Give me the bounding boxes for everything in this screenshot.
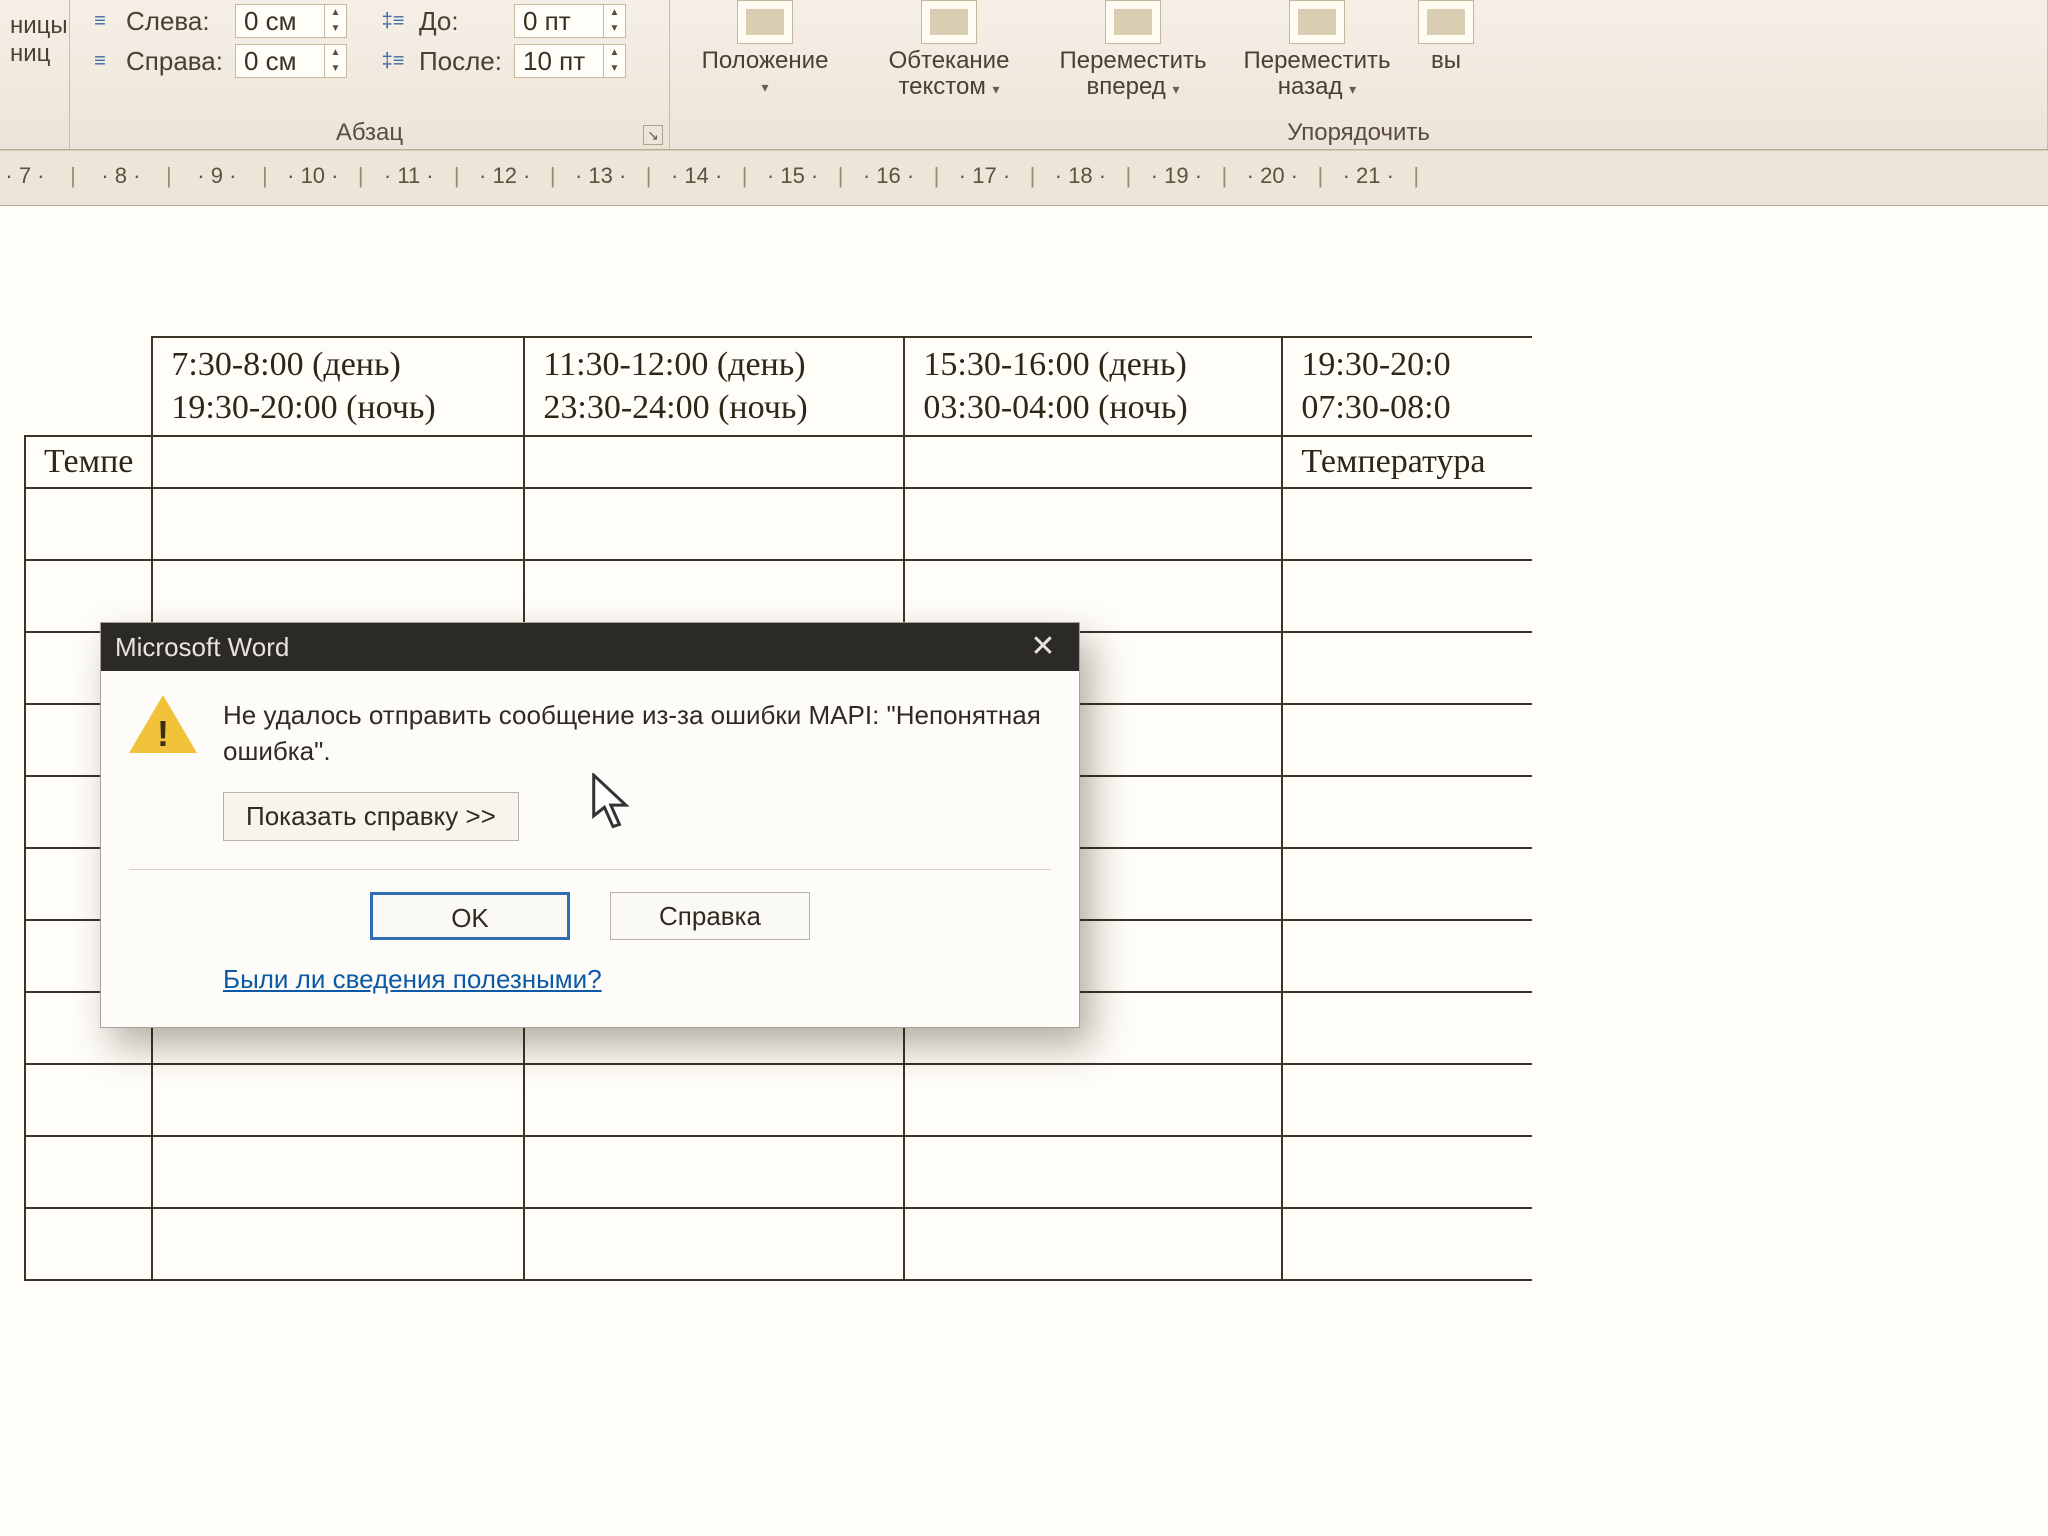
ruler-number: · 21 · (1329, 163, 1407, 189)
close-icon[interactable]: ✕ (1021, 627, 1065, 667)
truncated-label: ницы ниц (10, 0, 59, 68)
ruler-number: · 8 · (82, 163, 160, 189)
spinner-down-icon[interactable]: ▼ (604, 21, 625, 37)
indent-controls: ≡ Слева: 0 см ▲▼ ≡ Справа: 0 см ▲▼ (80, 0, 361, 78)
group-caption-paragraph: Абзац (70, 119, 669, 147)
ruler-number: · 9 · (178, 163, 256, 189)
indent-right-label: Справа: (122, 46, 227, 77)
position-button[interactable]: Положение ▾ (680, 0, 850, 102)
ruler-number: · 18 · (1041, 163, 1119, 189)
table-row: Темпе Температура (25, 436, 1532, 488)
spinner-up-icon[interactable]: ▲ (325, 45, 346, 61)
space-before-label: До: (415, 6, 506, 37)
error-dialog: Microsoft Word ✕ Не удалось отправить со… (100, 622, 1080, 1028)
space-after-icon: ‡≡ (379, 49, 407, 73)
warning-icon (129, 695, 197, 753)
selection-pane-fragment[interactable]: вы (1416, 0, 1476, 102)
help-button[interactable]: Справка (610, 892, 810, 940)
ruler-number: · 10 · (274, 163, 352, 189)
indent-right-spinner[interactable]: 0 см ▲▼ (235, 44, 347, 78)
table-row (25, 1136, 1532, 1208)
ruler-number: · 12 · (466, 163, 544, 189)
table-row (25, 488, 1532, 560)
ruler-number: · 7 · (0, 163, 64, 189)
space-after-spinner[interactable]: 10 пт ▲▼ (514, 44, 626, 78)
ruler-number: · 11 · (370, 163, 448, 189)
cell-label-temperature: Темпе (25, 436, 152, 488)
ruler-number: · 14 · (658, 163, 736, 189)
ruler-number: · 20 · (1233, 163, 1311, 189)
ruler-number: · 17 · (945, 163, 1023, 189)
space-after-label: После: (415, 46, 506, 77)
position-icon (737, 0, 793, 44)
send-backward-icon (1289, 0, 1345, 44)
ribbon-group-pages-fragment: ницы ниц (0, 0, 70, 149)
space-before-value: 0 пт (515, 6, 603, 37)
spinner-down-icon[interactable]: ▼ (325, 21, 346, 37)
chevron-down-icon: ▾ (761, 74, 768, 100)
spinner-down-icon[interactable]: ▼ (325, 61, 346, 77)
text-wrap-icon (921, 0, 977, 44)
ruler-number: · 16 · (850, 163, 928, 189)
table-row (25, 1208, 1532, 1280)
indent-left-spinner[interactable]: 0 см ▲▼ (235, 4, 347, 38)
table-row: 7:30-8:00 (день)19:30-20:00 (ночь) 11:30… (25, 337, 1532, 436)
spacing-controls: ‡≡ До: 0 пт ▲▼ ‡≡ После: 10 пт ▲▼ (373, 0, 640, 78)
space-before-spinner[interactable]: 0 пт ▲▼ (514, 4, 626, 38)
group-caption-arrange: Упорядочить (670, 119, 2047, 147)
chevron-down-icon: ▾ (1172, 81, 1179, 97)
table-row (25, 1064, 1532, 1136)
space-before-icon: ‡≡ (379, 9, 407, 33)
bring-forward-button[interactable]: Переместить вперед ▾ (1048, 0, 1218, 102)
bring-forward-icon (1105, 0, 1161, 44)
dialog-titlebar[interactable]: Microsoft Word ✕ (101, 623, 1079, 671)
indent-left-value: 0 см (236, 6, 324, 37)
spinner-up-icon[interactable]: ▲ (604, 45, 625, 61)
cell-col4-times: 19:30-20:007:30-08:0 (1301, 344, 1514, 429)
ribbon: ницы ниц ≡ Слева: 0 см ▲▼ ≡ Справа: 0 см… (0, 0, 2048, 150)
spinner-up-icon[interactable]: ▲ (325, 5, 346, 21)
ruler-number: · 15 · (754, 163, 832, 189)
paragraph-dialog-launcher-icon[interactable]: ↘ (643, 125, 663, 145)
dialog-message: Не удалось отправить сообщение из-за оши… (223, 697, 1051, 770)
document-area: 7:30-8:00 (день)19:30-20:00 (ночь) 11:30… (0, 206, 2048, 1536)
show-help-button[interactable]: Показать справку >> (223, 792, 519, 841)
cell-col3-times: 15:30-16:00 (день)03:30-04:00 (ночь) (923, 344, 1263, 429)
ribbon-group-arrange: Положение ▾ Обтекание текстом ▾ Перемест… (670, 0, 2048, 149)
ok-button[interactable]: OK (370, 892, 570, 940)
space-after-value: 10 пт (515, 46, 603, 77)
ruler-number: · 13 · (562, 163, 640, 189)
indent-right-value: 0 см (236, 46, 324, 77)
send-backward-button[interactable]: Переместить назад ▾ (1232, 0, 1402, 102)
cell-label-temperature-2: Температура (1282, 436, 1532, 488)
chevron-down-icon: ▾ (993, 81, 1000, 97)
cell-col2-times: 11:30-12:00 (день)23:30-24:00 (ночь) (543, 344, 885, 429)
ruler-number: · 19 · (1137, 163, 1215, 189)
cell-col1-times: 7:30-8:00 (день)19:30-20:00 (ночь) (171, 344, 505, 429)
chevron-down-icon: ▾ (1349, 81, 1356, 97)
indent-left-label: Слева: (122, 6, 227, 37)
selection-icon (1418, 0, 1474, 44)
spinner-up-icon[interactable]: ▲ (604, 5, 625, 21)
text-wrap-button[interactable]: Обтекание текстом ▾ (864, 0, 1034, 102)
horizontal-ruler[interactable]: · 6 · | · 7 · | · 8 · | · 9 · | · 10 · |… (0, 150, 2048, 206)
feedback-link[interactable]: Были ли сведения полезными? (223, 964, 602, 995)
spinner-down-icon[interactable]: ▼ (604, 61, 625, 77)
indent-left-icon: ≡ (86, 9, 114, 33)
ribbon-group-paragraph: ≡ Слева: 0 см ▲▼ ≡ Справа: 0 см ▲▼ ‡≡ До… (70, 0, 670, 149)
indent-right-icon: ≡ (86, 49, 114, 73)
dialog-title: Microsoft Word (115, 632, 289, 663)
